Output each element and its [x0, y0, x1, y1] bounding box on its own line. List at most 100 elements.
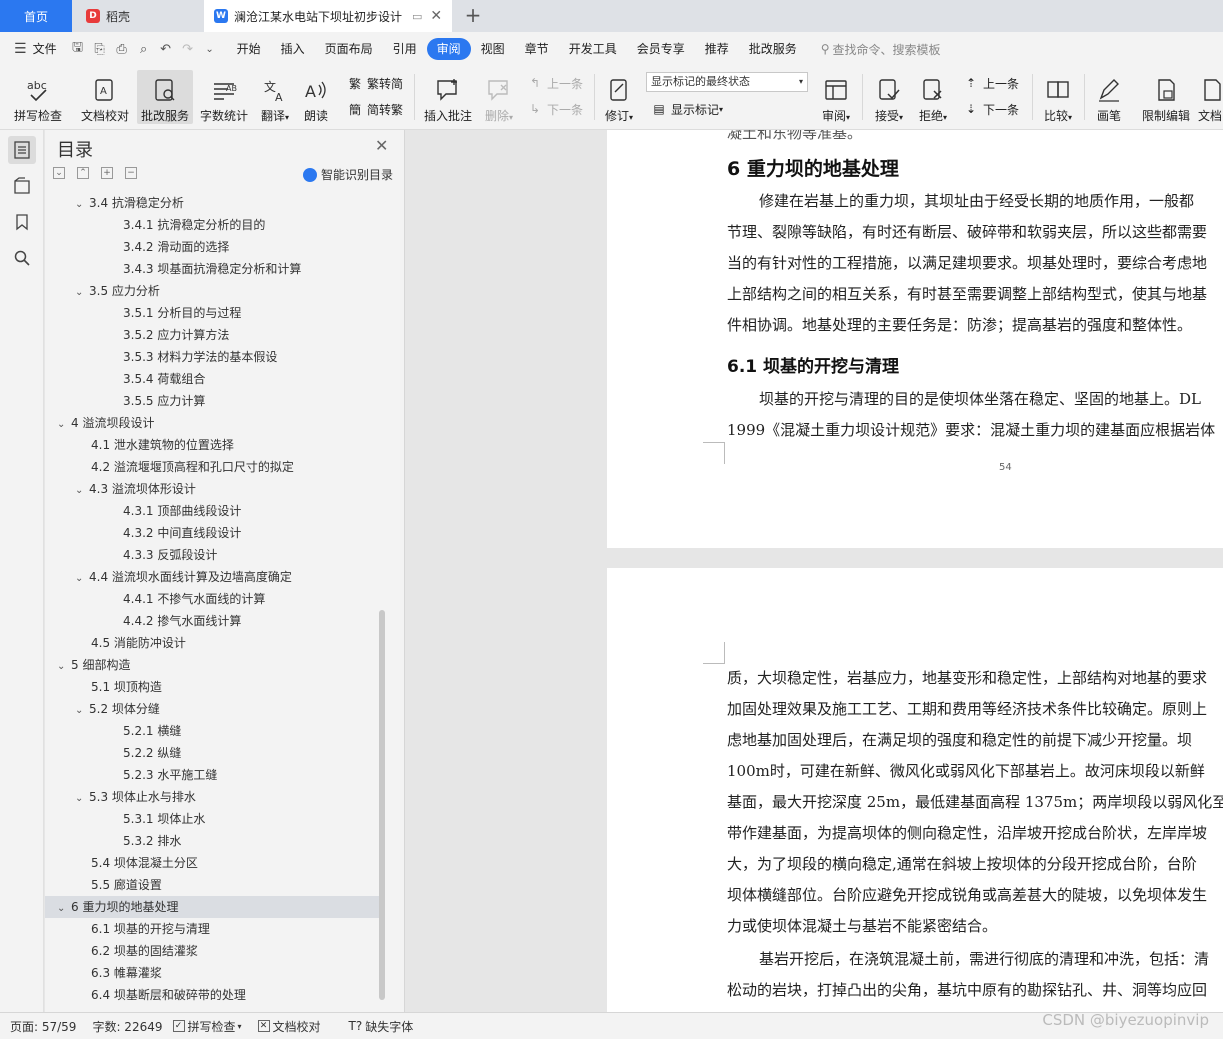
toc-item[interactable]: 6.3 帷幕灌浆 [45, 962, 385, 984]
show-markup-button[interactable]: ▤ 显示标记 ▾ [650, 98, 723, 120]
menu-review[interactable]: 审阅 [426, 38, 471, 60]
toc-item[interactable]: 3.5.5 应力计算 [45, 390, 385, 412]
toc-item[interactable]: ⌄ 4.4 溢流坝水面线计算及边墙高度确定 [45, 566, 385, 588]
toc-item[interactable]: 5.5 廊道设置 [45, 874, 385, 896]
accept-button[interactable]: 接受▾ [870, 70, 908, 124]
compare-button[interactable]: 比较▾ [1038, 70, 1078, 124]
markup-state-select[interactable]: 显示标记的最终状态 ▾ [646, 72, 808, 92]
toc-item[interactable]: 4.5 消能防冲设计 [45, 632, 385, 654]
missing-font-status[interactable]: T? 缺失字体 [349, 1018, 414, 1035]
delete-comment-button[interactable]: 删除▾ [480, 70, 518, 124]
proofread-status[interactable]: ✕ 文档校对 [257, 1018, 321, 1035]
expand-arrow-icon[interactable]: ⌄ [75, 194, 89, 216]
spell-check-toggle[interactable]: ✓ 拼写检查 ▾ [172, 1018, 242, 1035]
remove-heading-icon[interactable]: − [125, 167, 137, 179]
menu-view[interactable]: 视图 [471, 38, 515, 60]
toc-item[interactable]: 5.1 坝顶构造 [45, 676, 385, 698]
command-search[interactable]: ⚲ 查找命令、搜索模板 [821, 41, 941, 58]
menu-reference[interactable]: 引用 [383, 38, 427, 60]
pen-button[interactable]: 画笔 [1090, 70, 1128, 124]
toc-item[interactable]: ⌄ 5 细部构造 [45, 654, 385, 676]
hamburger-icon[interactable]: ☰ [14, 41, 27, 57]
new-tab-button[interactable]: + [462, 4, 484, 26]
toc-item[interactable]: 6.1 坝基的开挖与清理 [45, 918, 385, 940]
document-canvas[interactable]: ▤▾ 凝土和东物等准基。 6 重力坝的地基处理 修建在岩基上的重力坝，其坝址由于… [405, 130, 1223, 1012]
toc-item[interactable]: 6.4 坝基断层和破碎带的处理 [45, 984, 385, 1006]
search-icon[interactable] [8, 244, 36, 272]
toc-item[interactable]: 4.4.1 不掺气水面线的计算 [45, 588, 385, 610]
toc-item[interactable]: 4.2 溢流堰堰顶高程和孔口尺寸的拟定 [45, 456, 385, 478]
menu-page-layout[interactable]: 页面布局 [315, 38, 383, 60]
insert-comment-button[interactable]: 插入批注 [420, 70, 476, 124]
toc-item[interactable]: 5.2.3 水平施工缝 [45, 764, 385, 786]
translate-button[interactable]: 文A 翻译▾ [256, 70, 294, 124]
track-changes-button[interactable]: 修订▾ [600, 70, 638, 124]
toc-item[interactable]: 4.4.2 掺气水面线计算 [45, 610, 385, 632]
toc-item[interactable]: 5.4 坝体混凝土分区 [45, 852, 385, 874]
expand-arrow-icon[interactable]: ⌄ [57, 898, 71, 920]
toc-item[interactable]: ⌄ 3.5 应力分析 [45, 280, 385, 302]
toc-item[interactable]: 3.5.3 材料力学法的基本假设 [45, 346, 385, 368]
menu-chapter[interactable]: 章节 [515, 38, 559, 60]
toc-item[interactable]: 3.4.3 坝基面抗滑稳定分析和计算 [45, 258, 385, 280]
add-heading-icon[interactable]: + [101, 167, 113, 179]
export-icon[interactable]: ⎘ [90, 39, 110, 59]
toc-item[interactable]: 6.2 坝基的固结灌浆 [45, 940, 385, 962]
next-change-button[interactable]: ⇣ 下一条 [962, 98, 1019, 120]
expand-arrow-icon[interactable]: ⌄ [75, 788, 89, 810]
trad-to-simp-button[interactable]: 繁繁转简 [346, 72, 403, 94]
prev-change-button[interactable]: ⇡ 上一条 [962, 72, 1019, 94]
expand-arrow-icon[interactable]: ⌄ [75, 700, 89, 722]
toc-scrollbar[interactable] [379, 610, 385, 1000]
tab-document[interactable]: W 澜沧江某水电站下坝址初步设计 ▭ ✕ [204, 0, 452, 32]
spell-check-button[interactable]: abc 拼写检查 [8, 70, 68, 124]
print-preview-icon[interactable]: ⌕ [134, 39, 154, 59]
read-aloud-button[interactable]: A 朗读 [298, 70, 334, 124]
prev-comment-button[interactable]: ↰ 上一条 [526, 72, 583, 94]
restrict-edit-button[interactable]: 限制编辑 [1138, 70, 1194, 124]
toc-item[interactable]: 3.5.1 分析目的与过程 [45, 302, 385, 324]
menu-file[interactable]: 文件 [27, 38, 67, 60]
review-pane-button[interactable]: 审阅▾ [816, 70, 856, 124]
page-indicator[interactable]: 页面: 57/59 [10, 1018, 76, 1035]
close-icon[interactable]: ✕ [375, 136, 388, 155]
toc-item[interactable]: 5.3.2 排水 [45, 830, 385, 852]
toc-item[interactable]: 3.5.4 荷载组合 [45, 368, 385, 390]
toc-item[interactable]: 5.2.2 纵缝 [45, 742, 385, 764]
expand-arrow-icon[interactable]: ⌄ [75, 480, 89, 502]
toc-item[interactable]: 5.2.1 横缝 [45, 720, 385, 742]
toc-item[interactable]: ⌄ 5.2 坝体分缝 [45, 698, 385, 720]
reject-button[interactable]: 拒绝▾ [914, 70, 952, 124]
monitor-icon[interactable]: ▭ [412, 10, 422, 23]
toc-item[interactable]: ⌄ 4.3 溢流坝体形设计 [45, 478, 385, 500]
expand-arrow-icon[interactable]: ⌄ [75, 568, 89, 590]
simp-to-trad-button[interactable]: 簡简转繁 [346, 98, 403, 120]
toc-item[interactable]: 4.3.1 顶部曲线段设计 [45, 500, 385, 522]
expand-up-icon[interactable]: ⌃ [77, 167, 89, 179]
smart-toc-button[interactable]: 智能识别目录 [303, 166, 393, 183]
menu-start[interactable]: 开始 [227, 38, 271, 60]
expand-arrow-icon[interactable]: ⌄ [57, 656, 71, 678]
print-icon[interactable]: ⎙ [112, 39, 132, 59]
toc-item[interactable]: ⌄ 6 重力坝的地基处理 [45, 896, 385, 918]
menu-correction[interactable]: 批改服务 [739, 38, 807, 60]
collapse-all-icon[interactable]: ⌄ [53, 167, 65, 179]
menu-insert[interactable]: 插入 [271, 38, 315, 60]
toc-item[interactable]: ⌄ 4 溢流坝段设计 [45, 412, 385, 434]
toc-item[interactable]: ⌄ 3.4 抗滑稳定分析 [45, 192, 385, 214]
toc-item[interactable]: 3.4.1 抗滑稳定分析的目的 [45, 214, 385, 236]
close-tab-icon[interactable]: ✕ [430, 8, 442, 24]
toc-item[interactable]: 4.1 泄水建筑物的位置选择 [45, 434, 385, 456]
bookmark-icon[interactable] [8, 208, 36, 236]
word-count-button[interactable]: ABC 字数统计 [198, 70, 250, 124]
toc-item[interactable]: 3.4.2 滑动面的选择 [45, 236, 385, 258]
chapter-nav-icon[interactable] [8, 172, 36, 200]
toc-item[interactable]: 4.3.3 反弧段设计 [45, 544, 385, 566]
next-comment-button[interactable]: ↳ 下一条 [526, 98, 583, 120]
undo-icon[interactable]: ↶ [156, 39, 176, 59]
menu-dev-tools[interactable]: 开发工具 [559, 38, 627, 60]
toc-item[interactable]: 4.3.2 中间直线段设计 [45, 522, 385, 544]
toc-view-icon[interactable] [8, 136, 36, 164]
quick-access-dropdown-icon[interactable]: ⌄ [200, 39, 220, 59]
toc-item[interactable]: ⌄ 5.3 坝体止水与排水 [45, 786, 385, 808]
